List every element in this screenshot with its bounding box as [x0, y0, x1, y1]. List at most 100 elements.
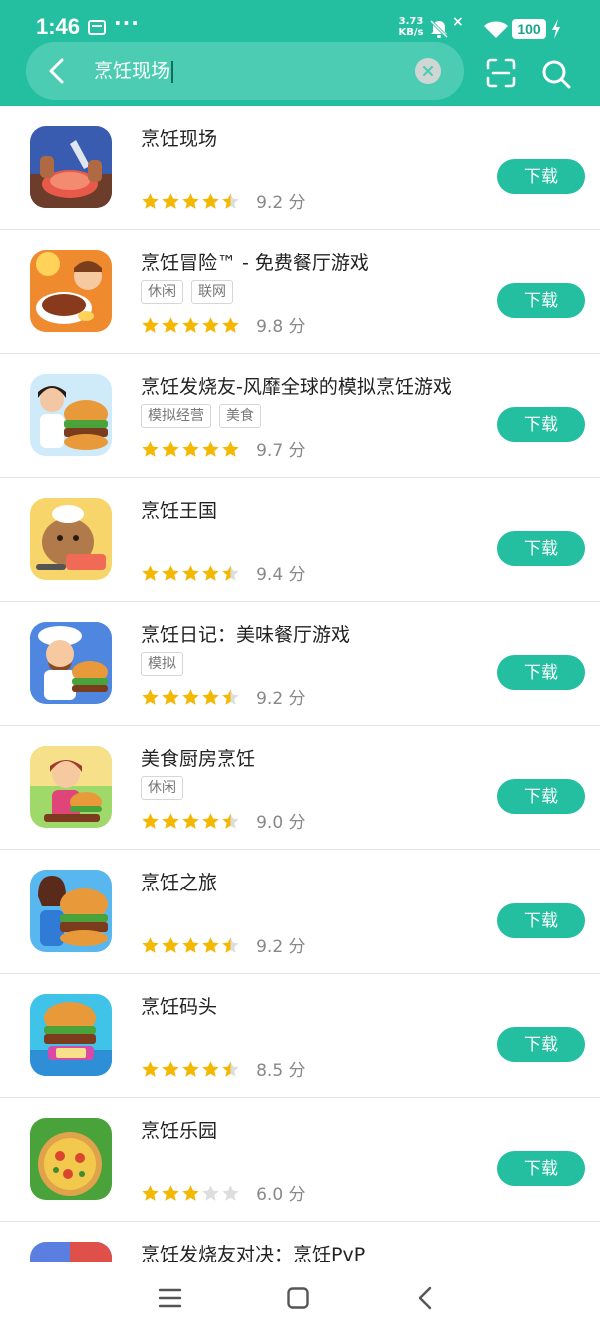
download-button[interactable]: 下载	[497, 1151, 585, 1186]
star-icon	[162, 440, 179, 457]
star-icon	[182, 936, 199, 953]
star-icon	[202, 440, 219, 457]
star-icon	[182, 316, 199, 333]
app-score: 9.0 分	[256, 813, 306, 833]
app-title[interactable]: 烹饪发烧友-风靡全球的模拟烹饪游戏	[141, 372, 452, 399]
app-icon-cooking-paradise[interactable]	[30, 1118, 112, 1200]
list-item[interactable]: 烹饪王国 9.4 分 下载	[0, 478, 600, 602]
star-icon	[162, 1184, 179, 1201]
star-icon	[162, 192, 179, 209]
mute-bell-icon	[429, 19, 449, 39]
app-tag: 休闲	[141, 776, 183, 800]
star-icon	[222, 688, 239, 705]
app-title[interactable]: 烹饪王国	[141, 496, 217, 523]
menu-icon[interactable]	[158, 1286, 182, 1310]
star-icon	[222, 812, 239, 829]
app-rating: 9.2 分	[141, 188, 306, 213]
star-icon	[202, 192, 219, 209]
star-icon	[202, 1060, 219, 1077]
star-rating	[141, 315, 241, 335]
app-tag: 模拟	[141, 652, 183, 676]
more-notifications-indicator: ···	[114, 11, 140, 35]
star-rating	[141, 811, 241, 831]
search-results-list[interactable]: 烹饪现场 9.2 分 下载 烹饪冒险™ - 免费餐厅游戏 休闲 联网 9.8 分 …	[0, 106, 600, 1262]
list-item[interactable]: 烹饪码头 8.5 分 下载	[0, 974, 600, 1098]
star-icon	[142, 1184, 159, 1201]
network-speed-unit: KB/s	[398, 27, 424, 38]
star-icon	[142, 936, 159, 953]
home-icon[interactable]	[286, 1286, 310, 1310]
list-item[interactable]: 烹饪之旅 9.2 分 下载	[0, 850, 600, 974]
app-icon-cooking-adventure[interactable]	[30, 250, 112, 332]
star-icon	[222, 316, 239, 333]
download-button[interactable]: 下载	[497, 903, 585, 938]
search-box[interactable]: 烹饪现场	[26, 42, 464, 100]
sim-card-icon	[88, 20, 106, 35]
star-icon	[222, 440, 239, 457]
star-icon	[162, 688, 179, 705]
star-icon	[182, 1060, 199, 1077]
star-icon	[142, 688, 159, 705]
download-button[interactable]: 下载	[497, 407, 585, 442]
app-score: 9.4 分	[256, 565, 306, 585]
app-tags: 模拟经营 美食	[141, 404, 269, 428]
star-icon	[182, 564, 199, 581]
download-button[interactable]: 下载	[497, 655, 585, 690]
app-tag: 模拟经营	[141, 404, 211, 428]
app-title[interactable]: 烹饪日记：美味餐厅游戏	[141, 620, 350, 647]
search-input[interactable]: 烹饪现场	[94, 58, 174, 84]
app-rating: 9.4 分	[141, 560, 306, 585]
list-item[interactable]: 烹饪现场 9.2 分 下载	[0, 106, 600, 230]
app-title[interactable]: 烹饪之旅	[141, 868, 217, 895]
download-button[interactable]: 下载	[497, 1027, 585, 1062]
app-tag: 美食	[219, 404, 261, 428]
star-icon	[142, 812, 159, 829]
app-tag: 休闲	[141, 280, 183, 304]
app-icon-cooking-diary[interactable]	[30, 622, 112, 704]
app-tags: 模拟	[141, 652, 191, 676]
search-icon[interactable]	[540, 58, 572, 90]
app-icon-cooking-fever[interactable]	[30, 374, 112, 456]
star-icon	[182, 192, 199, 209]
list-item[interactable]: 烹饪发烧友-风靡全球的模拟烹饪游戏 模拟经营 美食 9.7 分 下载	[0, 354, 600, 478]
star-icon	[162, 564, 179, 581]
list-item[interactable]: 烹饪乐园 6.0 分 下载	[0, 1098, 600, 1222]
list-item[interactable]: 美食厨房烹饪 休闲 9.0 分 下载	[0, 726, 600, 850]
app-icon-cooking-journey[interactable]	[30, 870, 112, 952]
app-title[interactable]: 美食厨房烹饪	[141, 744, 255, 771]
app-title[interactable]: 烹饪发烧友对决：烹饪PvP	[141, 1240, 365, 1262]
text-caret	[171, 60, 174, 83]
app-icon-food-kitchen[interactable]	[30, 746, 112, 828]
star-icon	[182, 688, 199, 705]
list-item[interactable]: 烹饪日记：美味餐厅游戏 模拟 9.2 分 下载	[0, 602, 600, 726]
app-title[interactable]: 烹饪乐园	[141, 1116, 217, 1143]
app-icon-cooking-fever-pvp[interactable]	[30, 1242, 112, 1262]
clear-icon[interactable]	[415, 58, 441, 84]
app-rating: 9.7 分	[141, 436, 306, 461]
download-button[interactable]: 下载	[497, 283, 585, 318]
app-title[interactable]: 烹饪现场	[141, 124, 217, 151]
app-score: 9.2 分	[256, 937, 306, 957]
app-tags: 休闲	[141, 776, 191, 800]
scan-icon[interactable]	[486, 58, 516, 88]
download-button[interactable]: 下载	[497, 159, 585, 194]
star-icon	[222, 1184, 239, 1201]
app-score: 6.0 分	[256, 1185, 306, 1205]
star-rating	[141, 687, 241, 707]
chevron-left-icon[interactable]	[42, 55, 74, 87]
list-item[interactable]: 烹饪冒险™ - 免费餐厅游戏 休闲 联网 9.8 分 下载	[0, 230, 600, 354]
app-title[interactable]: 烹饪码头	[141, 992, 217, 1019]
app-rating: 9.8 分	[141, 312, 306, 337]
app-score: 9.2 分	[256, 689, 306, 709]
star-icon	[162, 316, 179, 333]
app-icon-cooking-dock[interactable]	[30, 994, 112, 1076]
app-title[interactable]: 烹饪冒险™ - 免费餐厅游戏	[141, 248, 369, 275]
star-rating	[141, 935, 241, 955]
list-item[interactable]: 烹饪发烧友对决：烹饪PvP	[0, 1222, 600, 1262]
download-button[interactable]: 下载	[497, 531, 585, 566]
app-icon-cooking-scene[interactable]	[30, 126, 112, 208]
back-icon[interactable]	[414, 1286, 438, 1310]
app-icon-cooking-kingdom[interactable]	[30, 498, 112, 580]
star-rating	[141, 439, 241, 459]
download-button[interactable]: 下载	[497, 779, 585, 814]
